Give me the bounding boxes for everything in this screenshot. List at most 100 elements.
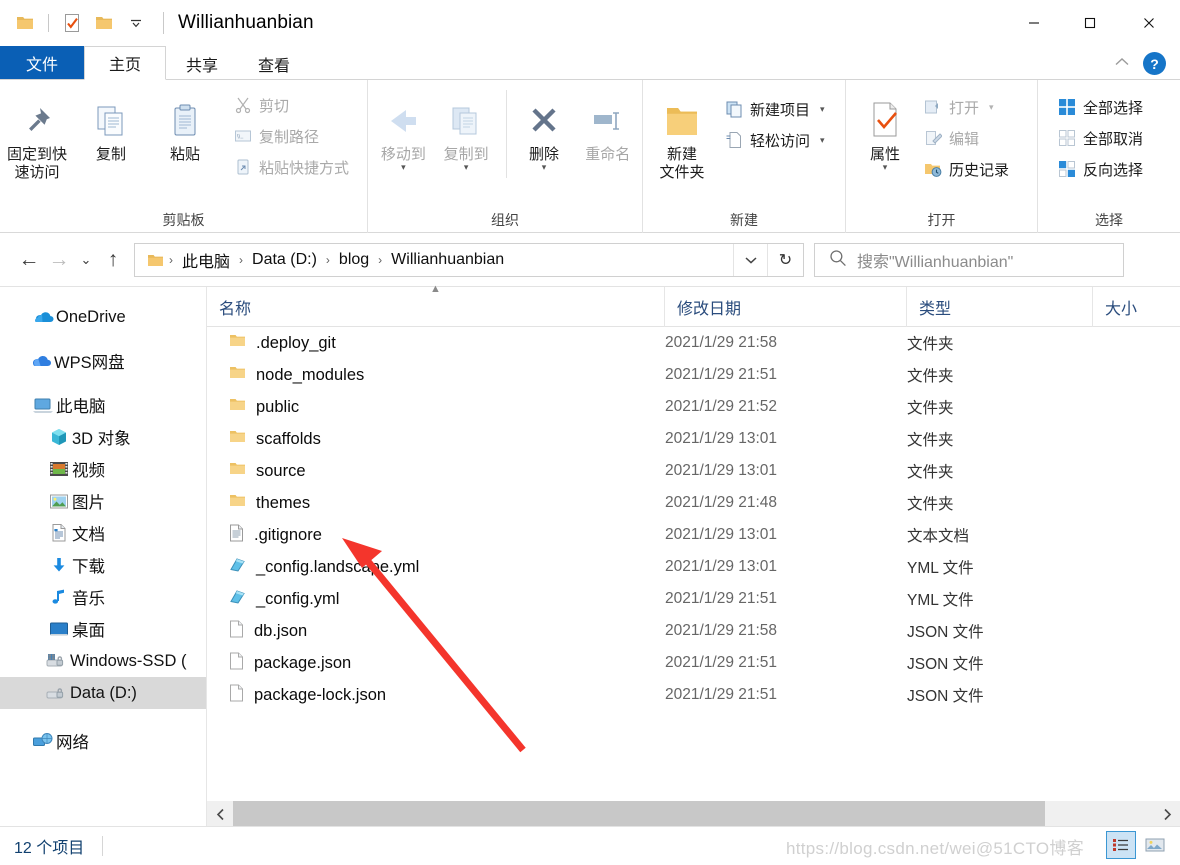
new-item-caret-icon[interactable]: ▾: [820, 104, 825, 115]
easy-access-button[interactable]: 轻松访问 ▾: [719, 125, 831, 155]
search-input[interactable]: 搜索"Willianhuanbian": [814, 243, 1124, 277]
sidebar-item-windows-ssd[interactable]: Windows-SSD (: [0, 645, 206, 677]
details-view-icon[interactable]: [1106, 831, 1136, 859]
sidebar-item-3d-objects[interactable]: 3D 对象: [0, 421, 206, 453]
table-row[interactable]: _config.yml 2021/1/29 21:51 YML 文件: [207, 583, 1180, 615]
sidebar-item-wps[interactable]: WPS网盘: [0, 345, 206, 377]
folder-icon[interactable]: [10, 8, 40, 38]
open-button[interactable]: 打开 ▾: [918, 92, 1015, 122]
column-header-size[interactable]: 大小: [1093, 287, 1153, 327]
file-name-cell[interactable]: public: [207, 397, 665, 417]
table-row[interactable]: themes 2021/1/29 21:48 文件夹: [207, 487, 1180, 519]
column-header-type[interactable]: 类型: [907, 286, 1093, 327]
maximize-button[interactable]: [1062, 0, 1118, 46]
table-row[interactable]: public 2021/1/29 21:52 文件夹: [207, 391, 1180, 423]
file-name-cell[interactable]: package-lock.json: [207, 684, 665, 707]
breadcrumb-item-2[interactable]: blog: [335, 251, 373, 269]
properties-button[interactable]: 属性 ▾: [856, 88, 914, 171]
table-row[interactable]: db.json 2021/1/29 21:58 JSON 文件: [207, 615, 1180, 647]
table-row[interactable]: package.json 2021/1/29 21:51 JSON 文件: [207, 647, 1180, 679]
copy-to-button[interactable]: 复制到 ▾: [435, 88, 498, 171]
sidebar-item-data-d[interactable]: Data (D:): [0, 677, 206, 709]
horizontal-scrollbar-thumb[interactable]: [233, 801, 1045, 827]
easy-access-caret-icon[interactable]: ▾: [820, 135, 825, 146]
tab-home[interactable]: 主页: [84, 46, 167, 80]
table-row[interactable]: scaffolds 2021/1/29 13:01 文件夹: [207, 423, 1180, 455]
file-name-cell[interactable]: .deploy_git: [207, 333, 665, 353]
copy-to-caret-icon[interactable]: ▾: [464, 162, 469, 171]
properties-check-icon[interactable]: [57, 8, 87, 38]
breadcrumb-item-1[interactable]: Data (D:): [248, 251, 321, 269]
table-row[interactable]: .gitignore 2021/1/29 13:01 文本文档: [207, 519, 1180, 551]
select-all-button[interactable]: 全部选择: [1052, 92, 1149, 122]
tab-file[interactable]: 文件: [0, 46, 84, 80]
recent-locations-button[interactable]: ⌄: [74, 245, 98, 275]
tab-share[interactable]: 共享: [166, 47, 238, 80]
forward-button[interactable]: →: [44, 245, 74, 275]
table-row[interactable]: _config.landscape.yml 2021/1/29 13:01 YM…: [207, 551, 1180, 583]
paste-button[interactable]: 粘贴: [148, 88, 222, 164]
new-item-button[interactable]: 新建项目 ▾: [719, 94, 831, 124]
file-name-cell[interactable]: scaffolds: [207, 429, 665, 449]
cut-button[interactable]: 剪切: [228, 90, 355, 120]
back-button[interactable]: ←: [14, 245, 44, 275]
breadcrumb-item-3[interactable]: Willianhuanbian: [387, 251, 508, 269]
rename-button[interactable]: 重命名: [574, 88, 643, 164]
close-button[interactable]: [1118, 0, 1180, 46]
sidebar-item-this-pc[interactable]: 此电脑: [0, 389, 206, 421]
horizontal-scrollbar-track[interactable]: [233, 801, 1154, 827]
move-to-caret-icon[interactable]: ▾: [401, 162, 406, 171]
sidebar-item-onedrive[interactable]: OneDrive: [0, 301, 206, 333]
open-caret-icon[interactable]: ▾: [989, 102, 994, 113]
help-button[interactable]: ?: [1143, 52, 1166, 75]
up-button[interactable]: ↑: [98, 245, 128, 275]
sidebar-item-documents[interactable]: 文档: [0, 517, 206, 549]
breadcrumb-sep-1[interactable]: ›: [234, 253, 248, 267]
copy-button[interactable]: 复制: [74, 88, 148, 164]
delete-caret-icon[interactable]: ▾: [542, 162, 547, 171]
customize-qat-dropdown-icon[interactable]: [121, 8, 151, 38]
sidebar-item-videos[interactable]: 视频: [0, 453, 206, 485]
copy-path-button[interactable]: \\.. 复制路径: [228, 121, 355, 151]
collapse-ribbon-icon[interactable]: [1113, 55, 1131, 73]
scroll-left-arrow-icon[interactable]: [207, 801, 233, 827]
breadcrumb-sep-3[interactable]: ›: [373, 253, 387, 267]
sidebar-item-pictures[interactable]: 图片: [0, 485, 206, 517]
column-header-date[interactable]: 修改日期: [665, 286, 907, 327]
file-name-cell[interactable]: node_modules: [207, 365, 665, 385]
new-folder-icon[interactable]: [89, 8, 119, 38]
file-name-cell[interactable]: .gitignore: [207, 524, 665, 547]
delete-button[interactable]: 删除 ▾: [515, 88, 574, 171]
file-name-cell[interactable]: themes: [207, 493, 665, 513]
paste-shortcut-button[interactable]: 粘贴快捷方式: [228, 152, 355, 182]
file-name-cell[interactable]: db.json: [207, 620, 665, 643]
sidebar-item-music[interactable]: 音乐: [0, 581, 206, 613]
edit-button[interactable]: 编辑: [918, 123, 1015, 153]
select-none-button[interactable]: 全部取消: [1052, 123, 1149, 153]
pin-to-quick-access-button[interactable]: 固定到快 速访问: [0, 88, 74, 181]
sidebar-item-desktop[interactable]: 桌面: [0, 613, 206, 645]
table-row[interactable]: source 2021/1/29 13:01 文件夹: [207, 455, 1180, 487]
sidebar-item-network[interactable]: 网络: [0, 725, 206, 757]
breadcrumb-item-0[interactable]: 此电脑: [178, 248, 234, 272]
file-name-cell[interactable]: package.json: [207, 652, 665, 675]
new-folder-button[interactable]: 新建 文件夹: [649, 88, 715, 181]
column-header-name[interactable]: ▲ 名称: [207, 283, 665, 327]
file-name-cell[interactable]: source: [207, 461, 665, 481]
move-to-button[interactable]: 移动到 ▾: [372, 88, 435, 171]
invert-selection-button[interactable]: 反向选择: [1052, 154, 1149, 184]
history-button[interactable]: 历史记录: [918, 154, 1015, 184]
sidebar-item-downloads[interactable]: 下载: [0, 549, 206, 581]
refresh-button[interactable]: ↻: [767, 244, 803, 276]
scroll-right-arrow-icon[interactable]: [1154, 801, 1180, 827]
tab-view[interactable]: 查看: [238, 47, 310, 80]
file-name-cell[interactable]: _config.landscape.yml: [207, 557, 665, 578]
address-dropdown-icon[interactable]: [733, 244, 767, 276]
table-row[interactable]: .deploy_git 2021/1/29 21:58 文件夹: [207, 327, 1180, 359]
breadcrumb-sep-2[interactable]: ›: [321, 253, 335, 267]
properties-caret-icon[interactable]: ▾: [883, 162, 888, 171]
horizontal-scrollbar[interactable]: [207, 801, 1180, 827]
table-row[interactable]: node_modules 2021/1/29 21:51 文件夹: [207, 359, 1180, 391]
minimize-button[interactable]: [1006, 0, 1062, 46]
large-icons-view-icon[interactable]: [1140, 831, 1170, 859]
